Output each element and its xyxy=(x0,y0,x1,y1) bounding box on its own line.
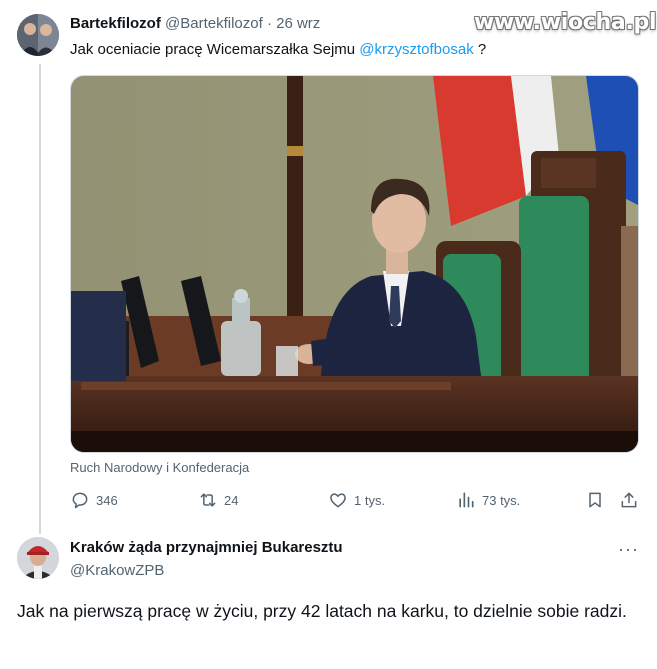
site-watermark: www.wiocha.pl xyxy=(474,10,657,35)
tweet-date[interactable]: 26 wrz xyxy=(276,15,320,32)
tweet-text-before: Jak oceniacie pracę Wicemarszałka Sejmu xyxy=(70,41,360,58)
heart-icon xyxy=(330,493,346,508)
repost-count: 24 xyxy=(224,492,239,508)
reply-count: 346 xyxy=(96,492,118,508)
reply-button[interactable]: 346 xyxy=(70,487,118,513)
share-button[interactable] xyxy=(619,487,639,513)
reply-author-name[interactable]: Kraków żąda przynajmniej Bukaresztu xyxy=(70,539,343,556)
tweet-text: Jak oceniacie pracę Wicemarszałka Sejmu … xyxy=(70,41,486,58)
like-count: 1 tys. xyxy=(354,492,386,508)
tweet-text-after: ? xyxy=(473,41,487,58)
bookmark-icon xyxy=(589,492,601,508)
tweet-action-bar: 346 24 1 tys. 73 tys. xyxy=(70,487,640,513)
bar-chart-icon xyxy=(459,492,474,508)
views-count: 73 tys. xyxy=(482,492,521,508)
media-caption[interactable]: Ruch Narodowy i Konfederacja xyxy=(70,460,249,475)
bookmark-button[interactable] xyxy=(585,487,605,513)
author-handle[interactable]: @Bartekfilozof xyxy=(165,15,263,32)
more-options-button[interactable]: ··· xyxy=(618,539,639,560)
mention-link[interactable]: @krzysztofbosak xyxy=(359,41,473,58)
reply-text: Jak na pierwszą pracę w życiu, przy 42 l… xyxy=(17,601,627,621)
views-button[interactable]: 73 tys. xyxy=(456,487,520,513)
tweet-header: Bartekfilozof @Bartekfilozof · 26 wrz xyxy=(70,15,320,32)
reply-author-avatar[interactable] xyxy=(17,537,59,579)
repost-button[interactable]: 24 xyxy=(198,487,238,513)
like-button[interactable]: 1 tys. xyxy=(328,487,385,513)
reply-author-handle[interactable]: @KrakowZPB xyxy=(70,562,164,579)
reply-header: Kraków żąda przynajmniej Bukaresztu xyxy=(70,539,343,556)
author-name[interactable]: Bartekfilozof xyxy=(70,15,161,32)
thread-connector-line xyxy=(39,64,41,534)
speech-bubble-icon xyxy=(72,492,88,509)
share-upload-icon xyxy=(621,492,637,508)
header-separator: · xyxy=(266,15,272,32)
repost-arrows-icon xyxy=(200,493,216,507)
author-avatar[interactable] xyxy=(17,14,59,56)
tweet-media-photo[interactable] xyxy=(70,75,639,453)
